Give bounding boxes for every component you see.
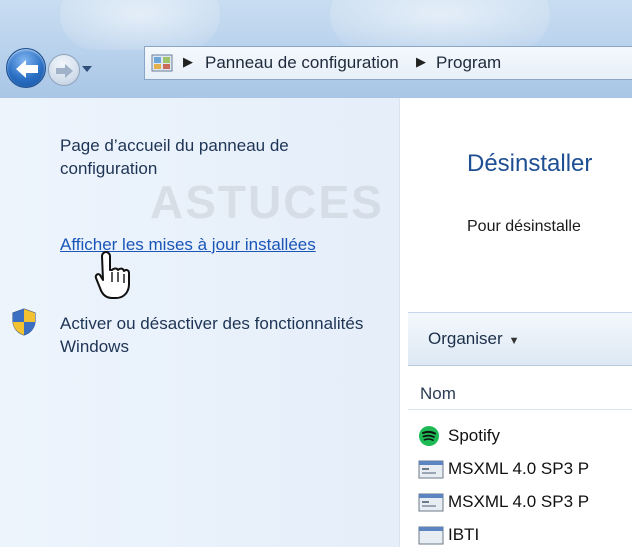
breadcrumb-programs[interactable]: Program — [436, 53, 501, 73]
content-pane: Désinstaller Pour désinstalle Organiser ▼… — [400, 98, 632, 547]
control-panel-home-link[interactable]: Page d’accueil du panneau de configurati… — [60, 134, 390, 180]
spotify-icon — [419, 426, 439, 446]
control-panel-icon — [151, 54, 173, 72]
page-title: Désinstaller — [467, 150, 593, 177]
address-bar[interactable]: ▶ Panneau de configuration ▶ Program — [144, 46, 632, 80]
forward-arrow-icon — [56, 64, 73, 78]
uac-shield-icon — [12, 308, 36, 336]
name-column-header[interactable]: Nom — [408, 378, 632, 410]
page-description: Pour désinstalle — [467, 218, 581, 235]
breadcrumb-separator-icon[interactable]: ▶ — [416, 55, 426, 70]
program-name: IBTI — [448, 525, 480, 544]
chevron-down-icon: ▼ — [508, 335, 520, 347]
hand-cursor-icon — [94, 251, 130, 299]
back-button[interactable] — [6, 48, 46, 88]
watermark: ASTUCES — [150, 176, 384, 228]
task-pane: Page d’accueil du panneau de configurati… — [0, 98, 400, 547]
glass-highlight — [60, 0, 220, 50]
forward-button[interactable] — [48, 54, 80, 86]
breadcrumb-separator-icon[interactable]: ▶ — [183, 55, 193, 70]
organise-label: Organiser — [428, 329, 503, 348]
program-icon — [418, 526, 444, 545]
glass-highlight — [330, 0, 550, 50]
program-icon — [418, 460, 444, 479]
organise-button[interactable]: Organiser ▼ — [428, 329, 520, 349]
windows-features-link[interactable]: Activer ou désactiver des fonctionnalité… — [60, 312, 380, 358]
program-icon — [418, 493, 444, 512]
back-arrow-icon — [16, 60, 38, 78]
navigation-bar: ▶ Panneau de configuration ▶ Program — [0, 0, 632, 98]
breadcrumb-control-panel[interactable]: Panneau de configuration — [205, 53, 399, 73]
recent-pages-dropdown-icon[interactable] — [80, 62, 94, 76]
command-bar: Organiser ▼ — [408, 312, 632, 366]
program-name: Spotify — [448, 426, 500, 445]
program-name: MSXML 4.0 SP3 P — [448, 492, 590, 511]
program-name: MSXML 4.0 SP3 P — [448, 459, 590, 478]
column-header-label: Nom — [420, 384, 456, 403]
